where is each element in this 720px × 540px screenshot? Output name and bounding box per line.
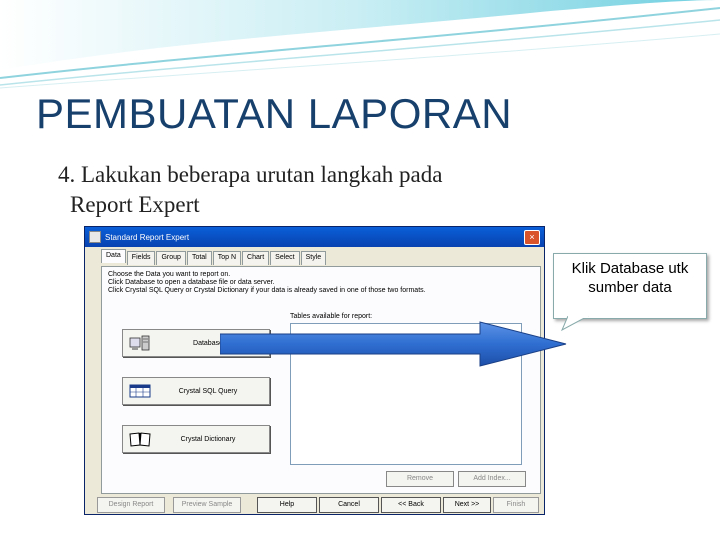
instruction-line: Click Crystal SQL Query or Crystal Dicti…	[108, 287, 426, 294]
callout-tail	[560, 316, 589, 332]
data-tab-panel: Choose the Data you want to report on. C…	[101, 266, 541, 494]
crystal-dictionary-label: Crystal Dictionary	[180, 435, 236, 443]
design-report-button[interactable]: Design Report	[97, 497, 165, 513]
dialog-title: Standard Report Expert	[105, 232, 190, 242]
instructions: Choose the Data you want to report on. C…	[108, 271, 426, 295]
crystal-dictionary-button[interactable]: Crystal Dictionary	[122, 425, 270, 453]
cancel-button[interactable]: Cancel	[319, 497, 379, 513]
header-wave-decoration	[0, 0, 720, 90]
book-icon	[129, 432, 151, 447]
crystal-sql-query-button[interactable]: Crystal SQL Query	[122, 377, 270, 405]
callout-box: Klik Database utk sumber data	[553, 253, 707, 319]
dialog-titlebar: Standard Report Expert ×	[85, 227, 544, 247]
app-icon	[89, 231, 101, 243]
tab-style[interactable]: Style	[300, 251, 327, 265]
next-button[interactable]: Next >>	[443, 497, 491, 513]
pointer-arrow	[220, 321, 567, 367]
callout-line-1: Klik Database utk	[571, 260, 689, 277]
instruction-line: Click Database to open a database file o…	[108, 279, 275, 286]
remove-button[interactable]: Remove	[386, 471, 454, 487]
tab-total[interactable]: Total	[186, 251, 212, 265]
report-expert-dialog: Standard Report Expert × Data Fields Gro…	[84, 226, 545, 515]
add-index-button[interactable]: Add Index...	[458, 471, 526, 487]
tables-label: Tables available for report:	[290, 313, 373, 320]
bullet-text: 4. Lakukan beberapa urutan langkah pada …	[58, 160, 578, 220]
tab-fields[interactable]: Fields	[126, 251, 156, 265]
database-server-icon	[129, 335, 150, 351]
sql-table-icon	[129, 384, 151, 398]
back-button[interactable]: << Back	[381, 497, 441, 513]
tab-group[interactable]: Group	[156, 251, 186, 265]
crystal-sql-query-label: Crystal SQL Query	[178, 387, 238, 395]
tab-data[interactable]: Data	[101, 249, 126, 263]
tab-select[interactable]: Select	[270, 251, 300, 265]
tab-top-n[interactable]: Top N	[212, 251, 242, 265]
slide-title: PEMBUATAN LAPORAN	[36, 90, 513, 137]
bullet-line-1: 4. Lakukan beberapa urutan langkah pada	[58, 162, 443, 187]
help-button[interactable]: Help	[257, 497, 317, 513]
instruction-line: Choose the Data you want to report on.	[108, 271, 231, 278]
tab-chart[interactable]: Chart	[242, 251, 270, 265]
callout-line-2: sumber data	[588, 279, 672, 296]
preview-sample-button[interactable]: Preview Sample	[173, 497, 241, 513]
tab-strip: Data Fields Group Total Top N Chart Sele…	[101, 249, 327, 265]
bullet-line-2: Report Expert	[70, 192, 200, 217]
close-button[interactable]: ×	[524, 229, 540, 245]
finish-button[interactable]: Finish	[493, 497, 539, 513]
